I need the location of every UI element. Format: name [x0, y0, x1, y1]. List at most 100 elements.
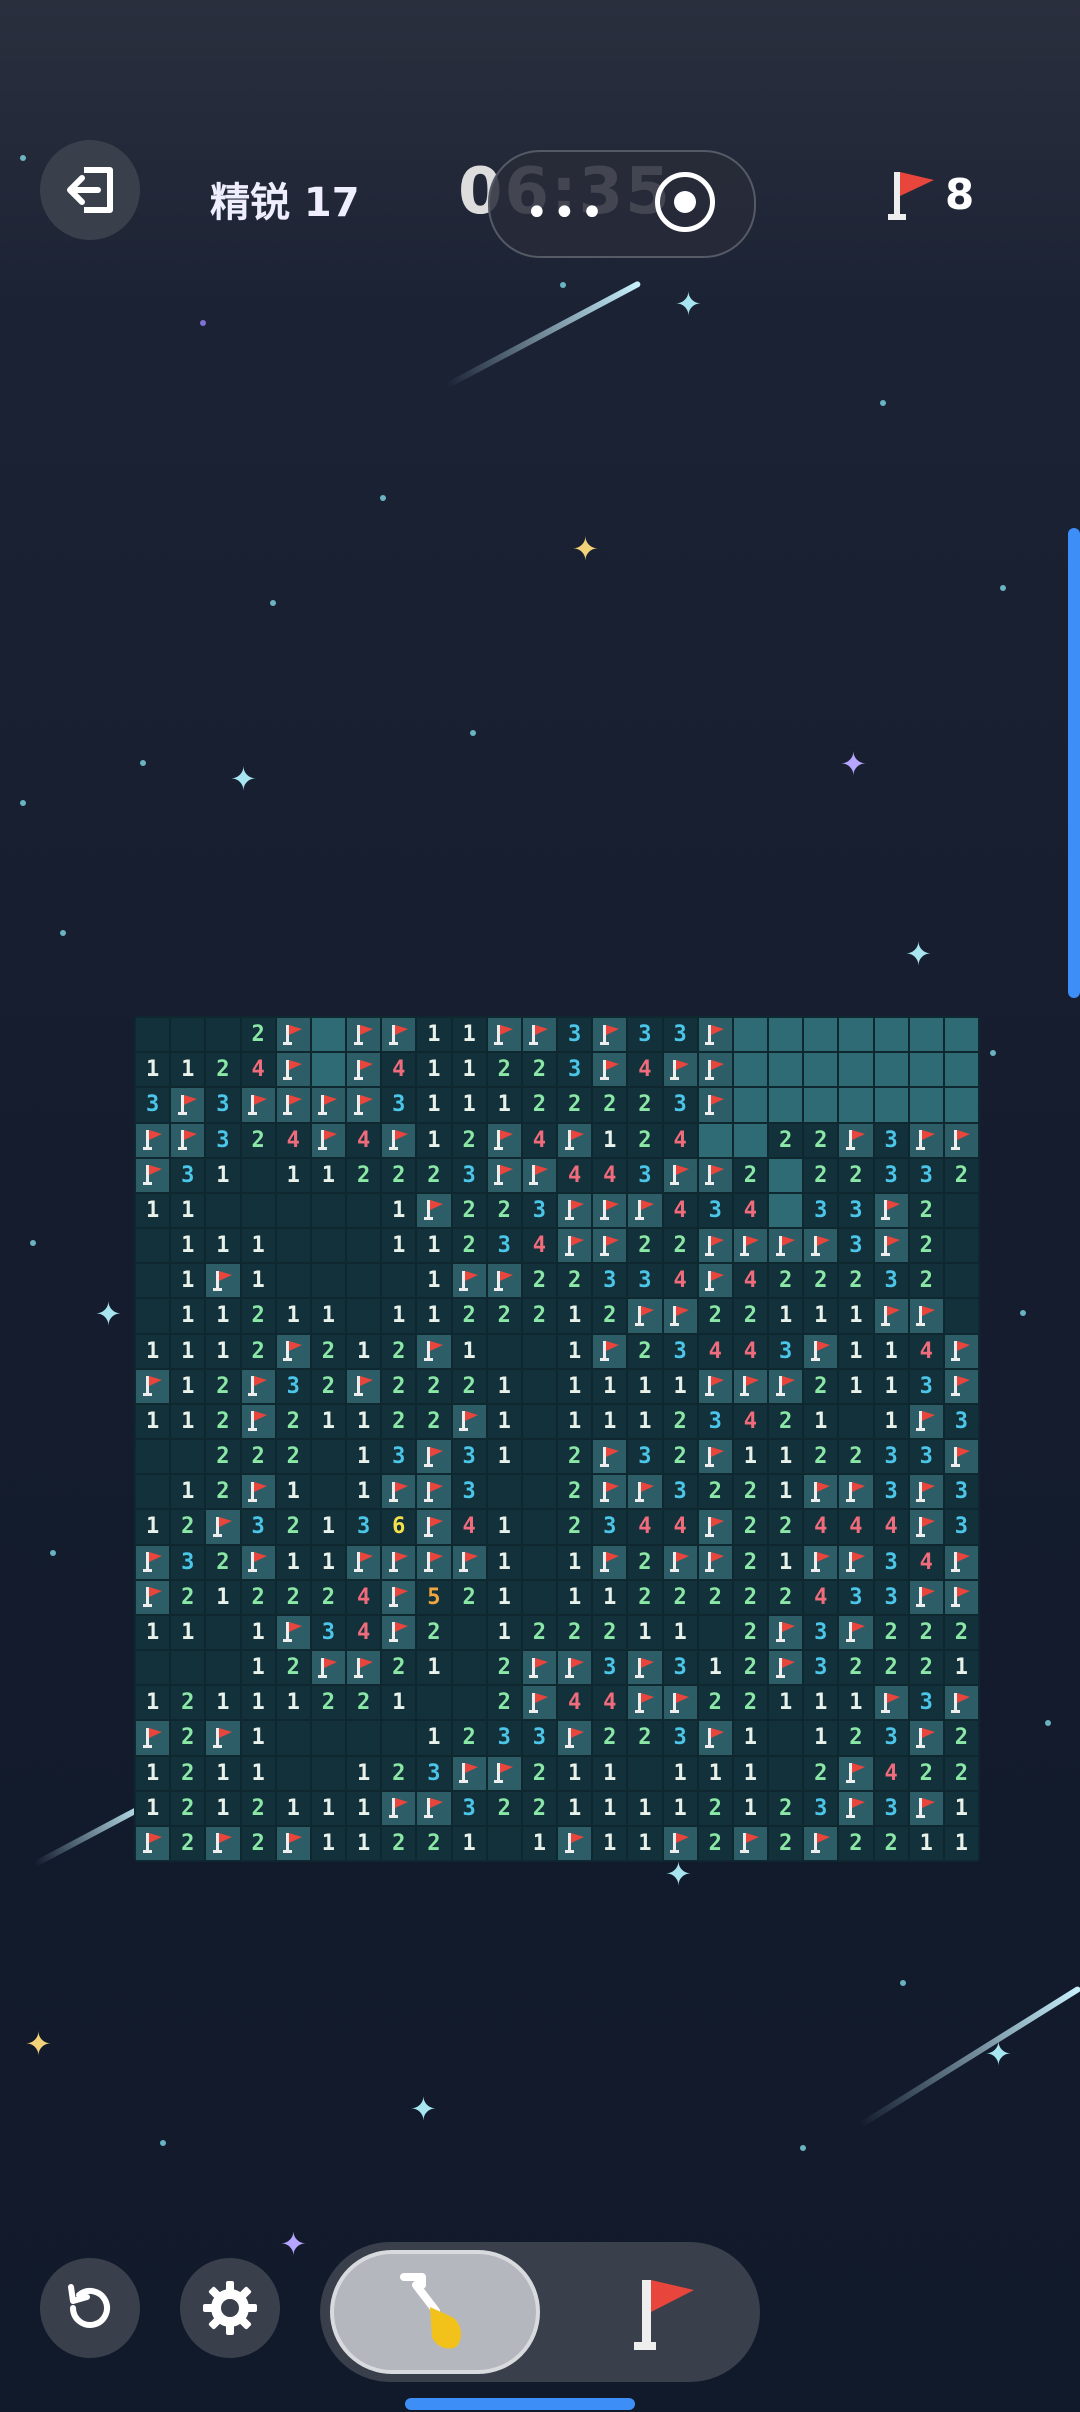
cell-number[interactable]: 1 — [593, 1791, 627, 1825]
cell-number[interactable]: 3 — [909, 1369, 943, 1403]
cell-number[interactable]: 2 — [452, 1369, 486, 1403]
cell-number[interactable]: 2 — [698, 1826, 732, 1860]
cell-empty[interactable] — [136, 1264, 170, 1298]
cell-flag-icon[interactable] — [804, 1475, 838, 1509]
cell-number[interactable]: 3 — [874, 1721, 908, 1755]
cell-empty[interactable] — [311, 1756, 345, 1790]
cell-flag-icon[interactable] — [417, 1545, 451, 1579]
cell-flag-icon[interactable] — [733, 1369, 767, 1403]
cell-number[interactable]: 3 — [558, 1053, 592, 1087]
cell-number[interactable]: 2 — [558, 1088, 592, 1122]
cell-number[interactable]: 2 — [487, 1299, 521, 1333]
cell-flag-icon[interactable] — [593, 1018, 627, 1052]
cell-number[interactable]: 1 — [241, 1756, 275, 1790]
cell-number[interactable]: 1 — [382, 1229, 416, 1263]
cell-number[interactable]: 2 — [874, 1615, 908, 1649]
cell-number[interactable]: 1 — [276, 1545, 310, 1579]
cell-number[interactable]: 1 — [804, 1686, 838, 1720]
cell-number[interactable]: 3 — [909, 1440, 943, 1474]
cell-flag-icon[interactable] — [522, 1158, 556, 1192]
cell-number[interactable]: 1 — [558, 1791, 592, 1825]
cell-number[interactable]: 1 — [241, 1229, 275, 1263]
cell-flag-icon[interactable] — [769, 1615, 803, 1649]
cell-number[interactable]: 2 — [487, 1686, 521, 1720]
cell-number[interactable]: 3 — [452, 1158, 486, 1192]
cell-flag-icon[interactable] — [839, 1791, 873, 1825]
cell-hidden[interactable] — [769, 1018, 803, 1052]
cell-flag-icon[interactable] — [417, 1193, 451, 1227]
cell-number[interactable]: 4 — [628, 1053, 662, 1087]
cell-hidden[interactable] — [874, 1053, 908, 1087]
cell-number[interactable]: 2 — [663, 1440, 697, 1474]
cell-empty[interactable] — [382, 1721, 416, 1755]
cell-flag-icon[interactable] — [347, 1053, 381, 1087]
cell-flag-icon[interactable] — [558, 1721, 592, 1755]
cell-number[interactable]: 2 — [628, 1545, 662, 1579]
cell-number[interactable]: 1 — [769, 1299, 803, 1333]
cell-number[interactable]: 1 — [417, 1018, 451, 1052]
cell-empty[interactable] — [311, 1440, 345, 1474]
cell-number[interactable]: 1 — [206, 1229, 240, 1263]
cell-empty[interactable] — [944, 1193, 978, 1227]
cell-number[interactable]: 1 — [347, 1334, 381, 1368]
cell-number[interactable]: 3 — [804, 1615, 838, 1649]
cell-empty[interactable] — [522, 1440, 556, 1474]
settings-button[interactable] — [180, 2258, 280, 2358]
cell-number[interactable]: 2 — [522, 1615, 556, 1649]
cell-number[interactable]: 2 — [206, 1369, 240, 1403]
cell-flag-icon[interactable] — [874, 1193, 908, 1227]
cell-number[interactable]: 3 — [944, 1510, 978, 1544]
cell-number[interactable]: 2 — [558, 1264, 592, 1298]
cell-number[interactable]: 1 — [452, 1018, 486, 1052]
cell-hidden[interactable] — [944, 1088, 978, 1122]
cell-number[interactable]: 1 — [276, 1158, 310, 1192]
cell-number[interactable]: 1 — [171, 1404, 205, 1438]
cell-hidden[interactable] — [769, 1088, 803, 1122]
cell-flag-icon[interactable] — [558, 1123, 592, 1157]
cell-number[interactable]: 2 — [452, 1229, 486, 1263]
cell-empty[interactable] — [452, 1686, 486, 1720]
cell-number[interactable]: 2 — [663, 1404, 697, 1438]
cell-number[interactable]: 3 — [558, 1018, 592, 1052]
cell-empty[interactable] — [276, 1193, 310, 1227]
exit-button[interactable] — [40, 140, 140, 240]
cell-number[interactable]: 1 — [241, 1721, 275, 1755]
cell-number[interactable]: 1 — [698, 1651, 732, 1685]
cell-number[interactable]: 4 — [733, 1404, 767, 1438]
cell-number[interactable]: 1 — [171, 1053, 205, 1087]
cell-flag-icon[interactable] — [206, 1264, 240, 1298]
cell-number[interactable]: 1 — [628, 1791, 662, 1825]
cell-number[interactable]: 1 — [944, 1791, 978, 1825]
cell-number[interactable]: 2 — [698, 1475, 732, 1509]
cell-number[interactable]: 1 — [487, 1510, 521, 1544]
cell-flag-icon[interactable] — [206, 1826, 240, 1860]
cell-number[interactable]: 1 — [733, 1791, 767, 1825]
cell-number[interactable]: 3 — [206, 1088, 240, 1122]
cell-flag-icon[interactable] — [136, 1826, 170, 1860]
cell-hidden[interactable] — [733, 1123, 767, 1157]
cell-number[interactable]: 4 — [347, 1615, 381, 1649]
cell-number[interactable]: 2 — [628, 1229, 662, 1263]
cell-number[interactable]: 1 — [206, 1791, 240, 1825]
cell-flag-icon[interactable] — [276, 1615, 310, 1649]
cell-flag-icon[interactable] — [944, 1369, 978, 1403]
cell-flag-icon[interactable] — [663, 1686, 697, 1720]
cell-number[interactable]: 3 — [628, 1264, 662, 1298]
cell-number[interactable]: 4 — [804, 1580, 838, 1614]
cell-empty[interactable] — [206, 1018, 240, 1052]
cell-number[interactable]: 2 — [804, 1158, 838, 1192]
cell-number[interactable]: 3 — [628, 1018, 662, 1052]
cell-number[interactable]: 3 — [874, 1791, 908, 1825]
cell-number[interactable]: 4 — [241, 1053, 275, 1087]
cell-number[interactable]: 1 — [347, 1404, 381, 1438]
cell-number[interactable]: 1 — [347, 1756, 381, 1790]
cell-number[interactable]: 1 — [663, 1756, 697, 1790]
cell-number[interactable]: 4 — [276, 1123, 310, 1157]
cell-number[interactable]: 1 — [417, 1651, 451, 1685]
cell-number[interactable]: 1 — [171, 1615, 205, 1649]
cell-number[interactable]: 2 — [769, 1123, 803, 1157]
cell-number[interactable]: 1 — [276, 1791, 310, 1825]
cell-number[interactable]: 3 — [663, 1651, 697, 1685]
cell-number[interactable]: 2 — [417, 1369, 451, 1403]
cell-flag-icon[interactable] — [382, 1018, 416, 1052]
